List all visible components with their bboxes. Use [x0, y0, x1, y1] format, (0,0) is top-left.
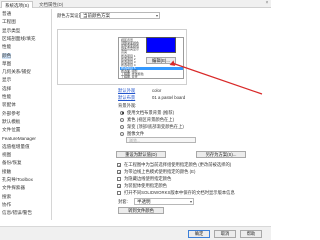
background-label: 背景外观:: [118, 103, 137, 108]
sidebar-item[interactable]: 草图: [2, 61, 11, 67]
sidebar-item[interactable]: 视图: [2, 152, 11, 158]
option-checkbox[interactable]: [117, 190, 121, 195]
reset-defaults-button[interactable]: 重设为默认值(D): [116, 151, 166, 158]
option-checkbox[interactable]: ✓: [117, 183, 121, 188]
close-icon[interactable]: ×: [264, 0, 270, 7]
option-label: 为装配体使用指定颜色: [124, 183, 167, 188]
color-swatch: [146, 37, 176, 53]
sidebar-item[interactable]: 选值框增量值: [2, 144, 30, 150]
background-radio[interactable]: [120, 117, 124, 122]
chevron-down-icon: ▾: [189, 199, 192, 204]
dialog-footer: 确定 取消 帮助: [0, 226, 271, 240]
default-colors-link[interactable]: 默认外观: [118, 88, 135, 93]
background-radio[interactable]: [120, 110, 124, 115]
tab-document-properties[interactable]: 文档属性(D): [36, 1, 66, 8]
title-bar: 系统选项(S) 文档属性(D) ×: [0, 0, 271, 8]
sidebar-item[interactable]: 性能: [2, 94, 11, 100]
default-scene-link[interactable]: 默认布景: [118, 95, 135, 100]
envelope-label: 封套:: [118, 199, 128, 204]
sidebar-item[interactable]: 文件位置: [2, 127, 20, 133]
background-option-label: 图像文件: [127, 131, 145, 136]
sidebar-item[interactable]: 显示: [2, 77, 11, 83]
sidebar-item[interactable]: FeatureManager: [2, 136, 36, 142]
save-as-scheme-button[interactable]: 另存为方案(S)...: [196, 151, 246, 158]
scheme-label: 颜色方案设置: [57, 13, 83, 18]
sidebar-item[interactable]: 备份/恢复: [2, 160, 22, 166]
background-option-label: 使用文档布景背景 (推荐): [127, 110, 175, 115]
option-checkbox[interactable]: [117, 176, 121, 181]
annotation-arrow: [169, 60, 263, 95]
sidebar-item[interactable]: 工程图: [2, 19, 16, 25]
sidebar-item[interactable]: 几何关系/捕捉: [2, 69, 31, 75]
sidebar-item[interactable]: 显示类型: [2, 28, 20, 34]
sidebar-item[interactable]: 普通: [2, 11, 11, 17]
option-label: 在工程图中为当前选择组使用指定颜色 (更改前被选择的): [124, 162, 232, 167]
color-scheme-value: 当前颜色方案: [83, 13, 110, 18]
option-label: 打开不同SOLIDWORKS版本中保存的文档时显示版本信息: [124, 190, 235, 195]
goto-document-colors-button[interactable]: 转到文件颜色: [118, 207, 164, 214]
option-checkbox[interactable]: ✓: [117, 169, 121, 174]
option-label: 为带边线上色模式使用指定的颜色 (E): [124, 169, 196, 174]
sidebar-item[interactable]: 外部参考: [2, 111, 20, 117]
option-checkbox[interactable]: ✓: [117, 162, 121, 167]
background-radio[interactable]: [120, 131, 124, 136]
background-option-label: 素色 (视区背景颜色在上): [127, 117, 175, 122]
sidebar-item[interactable]: 装配体: [2, 102, 16, 108]
sidebar-item[interactable]: 孔向导/Toolbox: [2, 177, 33, 183]
background-option-label: 渐变 (顶部/底部渐变颜色在上): [127, 124, 184, 129]
option-label: 为隐藏边线使用指定颜色: [124, 176, 172, 181]
tab-system-options[interactable]: 系统选项(S): [1, 1, 33, 8]
sidebar-item[interactable]: 搜索: [2, 194, 11, 200]
color-scheme-select[interactable]: 当前颜色方案 ▾: [80, 12, 160, 19]
help-button[interactable]: 帮助: [240, 230, 262, 238]
sidebar-item[interactable]: 文件探索器: [2, 185, 25, 191]
chevron-down-icon: ▾: [155, 13, 158, 18]
sidebar-item[interactable]: 默认模板: [2, 119, 20, 125]
sidebar-item[interactable]: 颜色: [2, 52, 12, 59]
sidebar-item[interactable]: 接触: [2, 169, 11, 175]
options-tree[interactable]: 普通 工程图 显示类型 区域剖面线/填充 性能 颜色 草图 几何关系/捕捉 显示 选择 性能 装配体外…: [0, 9, 52, 220]
sidebar-item[interactable]: 选择: [2, 86, 11, 92]
sidebar-item[interactable]: 区域剖面线/填充: [2, 36, 35, 42]
sidebar-item[interactable]: 信息/错误/警告: [2, 210, 32, 216]
background-radio[interactable]: [120, 124, 124, 129]
default-appearance-value: color: [152, 88, 162, 93]
ok-button[interactable]: 确定: [188, 230, 210, 238]
cancel-button[interactable]: 取消: [214, 230, 236, 238]
image-file-input[interactable]: 浏览...: [126, 137, 196, 143]
envelope-value: 半透明: [137, 199, 151, 204]
sidebar-item[interactable]: 性能: [2, 44, 11, 50]
envelope-select[interactable]: 半透明 ▾: [134, 198, 194, 205]
sidebar-item[interactable]: 协作: [2, 202, 11, 208]
